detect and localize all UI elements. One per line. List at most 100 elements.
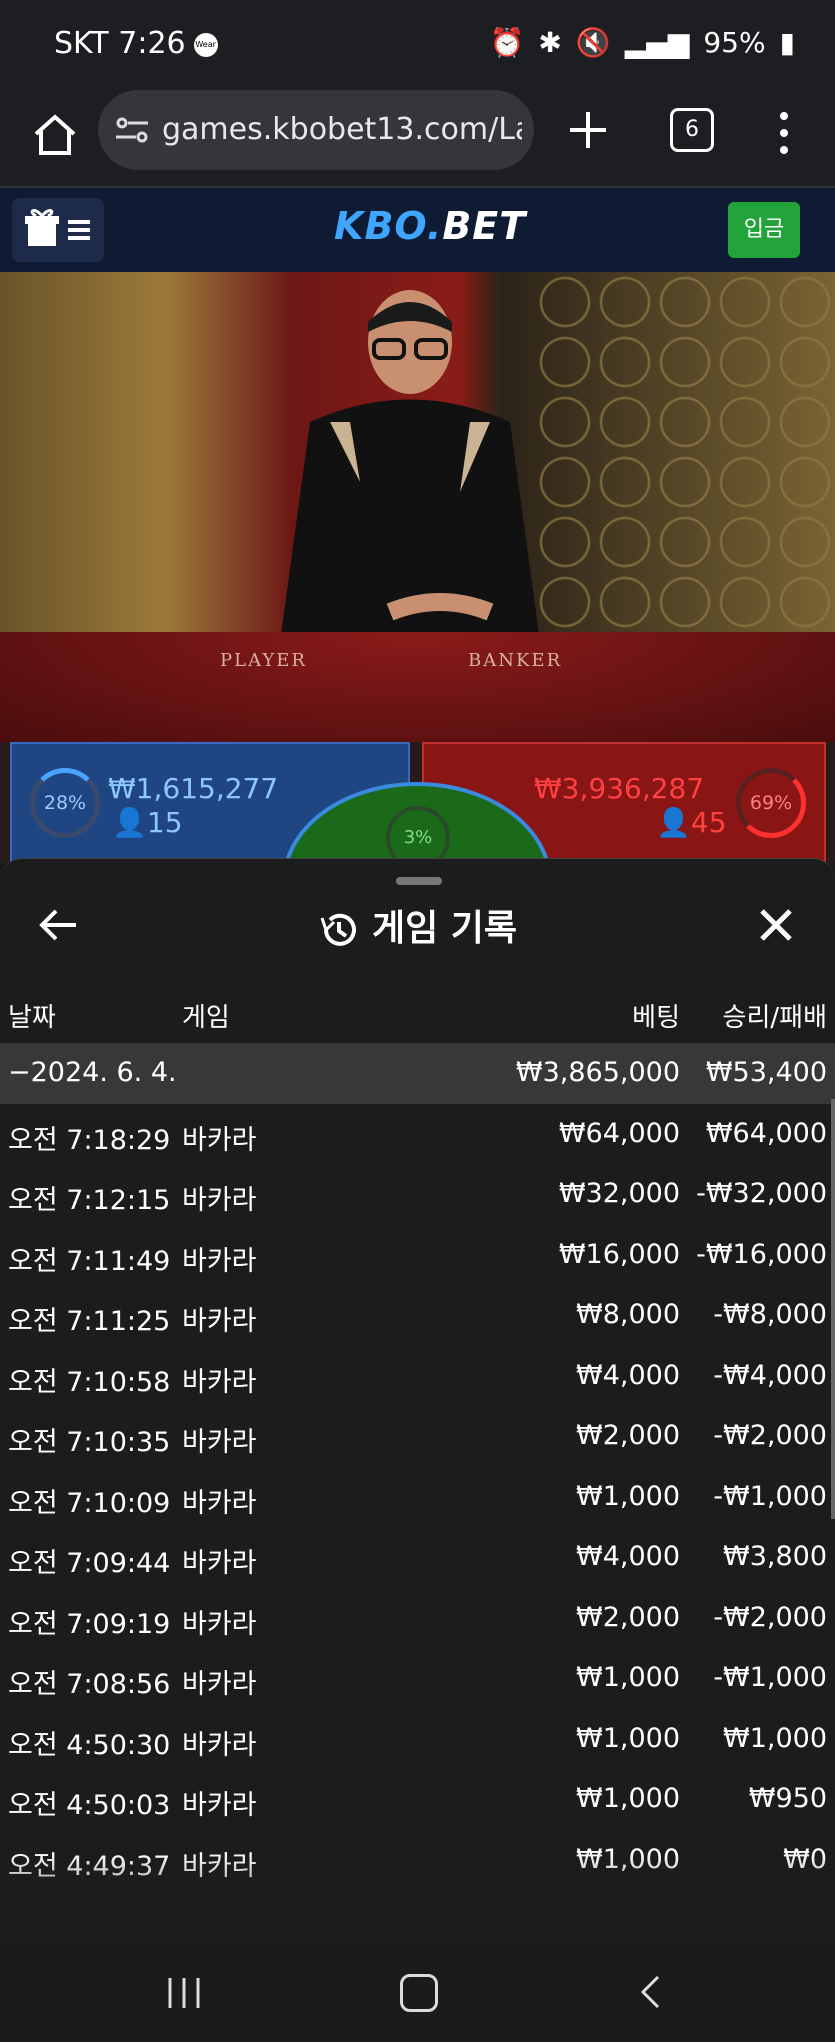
game-cell: 바카라 (182, 1548, 257, 1579)
panel-title-text: 게임 기록 (371, 908, 517, 949)
banker-count-text: 45 (690, 806, 727, 839)
table-row[interactable]: 오전 7:11:49 바카라 ₩16,000 -₩16,000 (0, 1225, 835, 1286)
bet-cell: ₩1,000 (576, 1722, 680, 1754)
table-row[interactable]: 오전 7:09:19 바카라 ₩2,000 -₩2,000 (0, 1588, 835, 1649)
time-cell: 오전 7:12:15 (8, 1185, 171, 1216)
bet-cell: ₩64,000 (558, 1117, 680, 1149)
live-video: PLAYER BANKER (0, 272, 835, 742)
result-cell: -₩32,000 (696, 1178, 827, 1209)
site-logo[interactable]: KBO.BET (334, 204, 526, 248)
home-button-icon[interactable] (400, 1974, 438, 2012)
player-count: 👤15 (112, 806, 183, 839)
battery-icon: ▮ (779, 26, 795, 59)
result-cell: ₩950 (748, 1783, 827, 1814)
time-cell: 오전 7:09:19 (8, 1608, 171, 1640)
close-icon[interactable] (756, 905, 796, 945)
game-cell: 바카라 (182, 1790, 257, 1821)
date-group-row[interactable]: −2024. 6. 4. ₩3,865,000 ₩53,400 (0, 1043, 835, 1104)
result-cell: -₩1,000 (713, 1662, 827, 1693)
table-row[interactable]: 오전 7:11:25 바카라 ₩8,000 -₩8,000 (0, 1285, 835, 1346)
deposit-button[interactable]: 입금 (728, 202, 800, 258)
table-row[interactable]: 오전 4:50:03 바카라 ₩1,000 ₩950 (0, 1769, 835, 1830)
player-count-text: 15 (146, 806, 183, 839)
time-cell: 오전 7:09:44 (8, 1548, 171, 1579)
site-settings-icon[interactable] (114, 112, 150, 148)
table-row[interactable]: 오전 7:18:29 바카라 ₩64,000 ₩64,000 (0, 1104, 835, 1165)
gift-icon (25, 209, 90, 246)
game-cell: 바카라 (182, 1669, 257, 1700)
new-tab-icon[interactable] (566, 108, 610, 152)
scrollbar[interactable] (831, 1099, 835, 1519)
table-row[interactable]: 오전 4:50:30 바카라 ₩1,000 ₩1,000 (0, 1709, 835, 1770)
time-cell: 오전 7:11:25 (8, 1306, 171, 1337)
home-icon[interactable] (30, 110, 80, 160)
more-menu-icon[interactable] (774, 108, 794, 158)
time-cell: 오전 4:50:03 (8, 1790, 171, 1821)
recent-apps-icon[interactable] (166, 1976, 202, 2010)
bet-cell: ₩1,000 (576, 1480, 680, 1512)
bluetooth-icon: ✱ (538, 26, 562, 59)
table-row[interactable]: 오전 7:10:58 바카라 ₩4,000 -₩4,000 (0, 1346, 835, 1407)
bet-cell: ₩32,000 (558, 1178, 680, 1209)
bet-summary: 28% ₩1,615,277 👤15 ₩3,936,287 👤45 69% 3% (0, 742, 835, 982)
status-icons: ⏰ ✱ 🔇 ▂▄▆ 95% ▮ (490, 26, 795, 59)
time-cell: 오전 4:50:30 (8, 1729, 171, 1761)
table-row[interactable]: 오전 7:08:56 바카라 ₩1,000 -₩1,000 (0, 1648, 835, 1709)
banker-amount: ₩3,936,287 (534, 772, 705, 805)
game-cell: 바카라 (182, 1245, 257, 1277)
back-icon[interactable] (638, 1974, 662, 2010)
player-percent: 28% (30, 768, 100, 838)
menu-button[interactable] (12, 198, 104, 262)
time-cell: 오전 7:11:49 (8, 1245, 171, 1277)
game-cell: 바카라 (182, 1124, 257, 1156)
player-table-label: PLAYER (220, 650, 307, 671)
game-cell: 바카라 (182, 1185, 257, 1216)
user-icon: 👤 (112, 806, 147, 839)
table-row[interactable]: 오전 7:10:35 바카라 ₩2,000 -₩2,000 (0, 1406, 835, 1467)
banker-percent: 69% (736, 768, 806, 838)
bet-cell: ₩1,000 (576, 1662, 680, 1693)
banker-count: 👤45 (656, 806, 727, 839)
col-date: 날짜 (8, 1003, 56, 1033)
tab-switcher-button[interactable]: 6 (670, 108, 714, 152)
result-cell: -₩16,000 (696, 1238, 827, 1270)
panel-title: 게임 기록 (0, 899, 835, 951)
result-cell: ₩3,800 (723, 1541, 827, 1572)
bet-cell: ₩1,000 (576, 1783, 680, 1814)
banker-table-label: BANKER (468, 650, 563, 671)
time-cell: 오전 7:10:35 (8, 1427, 171, 1458)
bet-cell: ₩2,000 (576, 1601, 680, 1633)
game-cell: 바카라 (182, 1366, 257, 1398)
logo-bet-text: BET (442, 204, 527, 248)
result-cell: ₩1,000 (723, 1722, 827, 1754)
result-cell: -₩1,000 (713, 1480, 827, 1512)
table-row[interactable]: 오전 7:10:09 바카라 ₩1,000 -₩1,000 (0, 1467, 835, 1528)
time-cell: 오전 7:10:09 (8, 1487, 171, 1519)
game-cell: 바카라 (182, 1487, 257, 1519)
android-nav-bar (0, 1942, 835, 2042)
table-row[interactable]: 오전 7:12:15 바카라 ₩32,000 -₩32,000 (0, 1164, 835, 1225)
url-text: games.kbobet13.com/Lai (162, 112, 522, 147)
bottom-fade (0, 1853, 835, 1943)
history-rows: −2024. 6. 4. ₩3,865,000 ₩53,400 오전 7:18:… (0, 1043, 835, 1890)
table-header: 날짜 게임 베팅 승리/패배 (0, 989, 835, 1039)
browser-toolbar: games.kbobet13.com/Lai 6 (0, 90, 835, 186)
user-icon: 👤 (656, 806, 691, 839)
drag-handle[interactable] (396, 877, 442, 885)
bet-cell: ₩2,000 (576, 1420, 680, 1451)
game-cell: 바카라 (182, 1427, 257, 1458)
history-icon (320, 913, 356, 946)
signal-icon: ▂▄▆ (624, 26, 690, 59)
bet-cell: ₩4,000 (576, 1541, 680, 1572)
game-cell: 바카라 (182, 1729, 257, 1761)
url-field[interactable]: games.kbobet13.com/Lai (98, 90, 534, 170)
bet-cell: ₩16,000 (558, 1238, 680, 1270)
logo-text: KBO. (334, 204, 443, 248)
col-game: 게임 (182, 1003, 230, 1033)
baccarat-table: PLAYER BANKER (0, 632, 835, 742)
bet-cell: ₩8,000 (576, 1299, 680, 1330)
time-cell: 오전 7:18:29 (8, 1124, 171, 1156)
result-cell: ₩64,000 (705, 1117, 827, 1149)
time-cell: 오전 7:10:58 (8, 1366, 171, 1398)
table-row[interactable]: 오전 7:09:44 바카라 ₩4,000 ₩3,800 (0, 1527, 835, 1588)
